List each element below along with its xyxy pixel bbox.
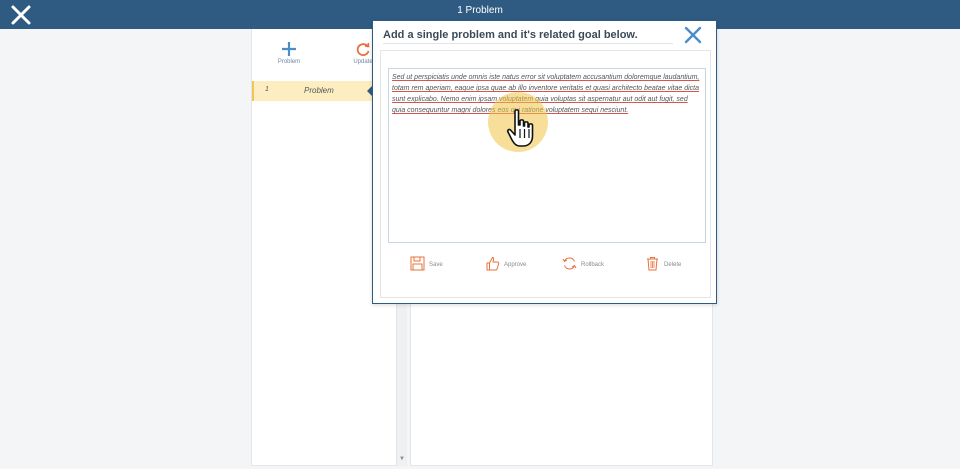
dialog-actions: Save Approve Rollback Delete — [381, 256, 710, 276]
problem-number: 1 — [265, 86, 269, 93]
save-label: Save — [429, 262, 443, 268]
problem-dialog: Add a single problem and it's related go… — [372, 20, 717, 304]
delete-label: Delete — [664, 262, 682, 268]
approve-label: Approve — [504, 262, 527, 268]
problem-label: Problem — [304, 86, 334, 95]
rollback-icon — [562, 257, 577, 270]
dialog-body: Sed ut perspiciatis unde omnis iste natu… — [380, 50, 711, 298]
window-title: 1 Problem — [457, 5, 503, 16]
problem-text: Sed ut perspiciatis unde omnis iste natu… — [392, 74, 700, 114]
close-icon[interactable] — [683, 25, 703, 45]
floppy-disk-icon — [410, 256, 425, 271]
dialog-title: Add a single problem and it's related go… — [383, 29, 638, 41]
scrollbar[interactable] — [397, 300, 407, 466]
plus-icon — [282, 42, 296, 56]
add-problem-button[interactable]: Problem — [274, 41, 304, 65]
add-problem-label: Problem — [277, 59, 301, 65]
thumbs-up-icon — [486, 256, 500, 271]
detail-panel — [410, 300, 713, 466]
scroll-down-arrow-icon[interactable]: ▼ — [399, 456, 405, 462]
rollback-label: Rollback — [581, 262, 605, 268]
refresh-icon — [356, 42, 370, 57]
trash-icon — [647, 257, 658, 271]
problem-text-area[interactable]: Sed ut perspiciatis unde omnis iste natu… — [388, 68, 706, 243]
problem-list-item[interactable]: 1 Problem — [252, 81, 374, 101]
update-label: Update — [353, 59, 373, 65]
hand-pointer-icon — [506, 109, 534, 147]
title-divider — [383, 43, 673, 44]
